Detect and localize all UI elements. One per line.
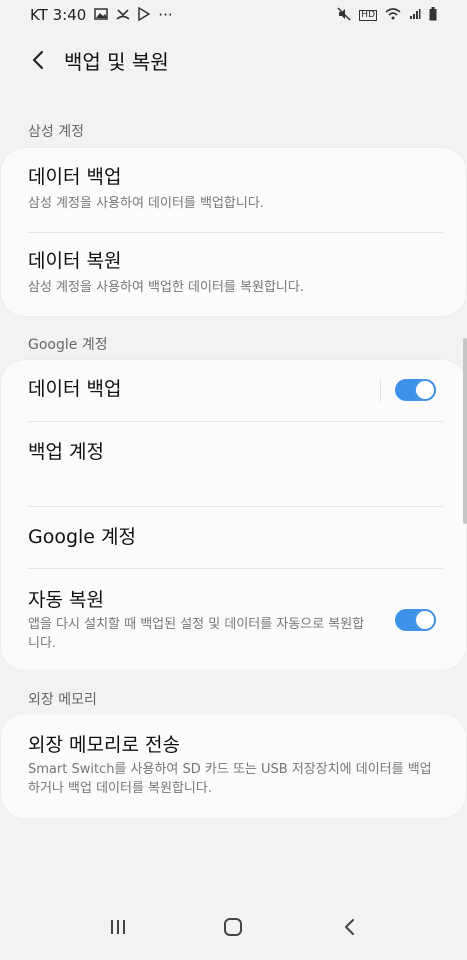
external-storage-card: 외장 메모리로 전송 Smart Switch를 사용하여 SD 카드 또는 U…	[1, 714, 466, 818]
divider	[28, 232, 443, 233]
nav-back-button[interactable]	[327, 905, 371, 949]
play-store-icon	[138, 6, 151, 24]
samsung-backup-title: 데이터 백업	[28, 166, 122, 188]
mute-icon	[337, 6, 351, 24]
samsung-restore-title: 데이터 복원	[28, 250, 122, 272]
google-backup-title: 데이터 백업	[28, 378, 122, 400]
samsung-backup-desc: 삼성 계정을 사용하여 데이터를 백업합니다.	[28, 195, 264, 211]
status-bar: KT 3:40 ··· HD	[0, 0, 467, 30]
section-label-external: 외장 메모리	[28, 692, 97, 708]
gallery-icon	[94, 7, 109, 23]
carrier-time: KT 3:40	[30, 6, 87, 24]
wifi-icon	[385, 7, 401, 23]
toggle-separator	[380, 380, 381, 402]
samsung-backup-item[interactable]: 데이터 백업 삼성 계정을 사용하여 데이터를 백업합니다.	[28, 166, 438, 214]
battery-icon	[429, 6, 437, 24]
home-button[interactable]	[211, 905, 255, 949]
navigation-bar	[0, 894, 467, 960]
recent-apps-button[interactable]	[96, 905, 140, 949]
status-right: HD	[337, 6, 437, 24]
google-account-title: Google 계정	[28, 526, 137, 548]
external-transfer-title: 외장 메모리로 전송	[28, 734, 180, 756]
auto-restore-item[interactable]: 자동 복원 앱을 다시 설치할 때 백업된 설정 및 데이터를 자동으로 복원합…	[28, 589, 376, 653]
status-left: KT 3:40 ···	[30, 6, 173, 24]
google-account-item[interactable]: Google 계정	[28, 526, 438, 549]
backup-account-title: 백업 계정	[28, 441, 104, 463]
auto-restore-toggle[interactable]	[395, 609, 436, 631]
external-transfer-desc: Smart Switch를 사용하여 SD 카드 또는 USB 저장장치에 데이…	[28, 761, 432, 796]
section-label-samsung: 삼성 계정	[28, 124, 84, 140]
samsung-restore-desc: 삼성 계정을 사용하여 백업한 데이터를 복원합니다.	[28, 279, 304, 295]
page-title: 백업 및 복원	[64, 49, 169, 74]
backup-account-item[interactable]: 백업 계정	[28, 441, 438, 464]
hd-voice-icon: HD	[359, 9, 377, 21]
google-backup-item[interactable]: 데이터 백업	[28, 378, 438, 401]
google-account-card: 데이터 백업 백업 계정 Google 계정 자동 복원 앱을 다시 설치할 때…	[1, 360, 466, 670]
divider	[28, 421, 443, 422]
signal-icon	[409, 8, 421, 23]
auto-restore-desc: 앱을 다시 설치할 때 백업된 설정 및 데이터를 자동으로 복원합니다.	[28, 616, 365, 651]
divider	[28, 568, 443, 569]
header: 백업 및 복원	[0, 40, 467, 80]
section-label-google: Google 계정	[28, 337, 108, 353]
chevron-left-icon	[32, 50, 44, 70]
samsung-restore-item[interactable]: 데이터 복원 삼성 계정을 사용하여 백업한 데이터를 복원합니다.	[28, 250, 438, 298]
divider	[28, 506, 443, 507]
back-arrow-icon	[345, 919, 355, 935]
home-icon	[224, 918, 243, 936]
toggle-knob	[414, 609, 436, 631]
back-button[interactable]	[18, 40, 58, 80]
recent-apps-icon	[110, 920, 125, 934]
external-transfer-item[interactable]: 외장 메모리로 전송 Smart Switch를 사용하여 SD 카드 또는 U…	[28, 734, 438, 798]
scrollbar[interactable]	[463, 338, 467, 524]
more-notifications-icon: ···	[158, 6, 173, 24]
google-backup-toggle[interactable]	[395, 379, 436, 401]
toggle-knob	[414, 379, 436, 401]
auto-restore-title: 자동 복원	[28, 589, 104, 611]
samsung-account-card: 데이터 백업 삼성 계정을 사용하여 데이터를 백업합니다. 데이터 복원 삼성…	[1, 148, 466, 316]
missed-call-icon	[116, 7, 130, 24]
